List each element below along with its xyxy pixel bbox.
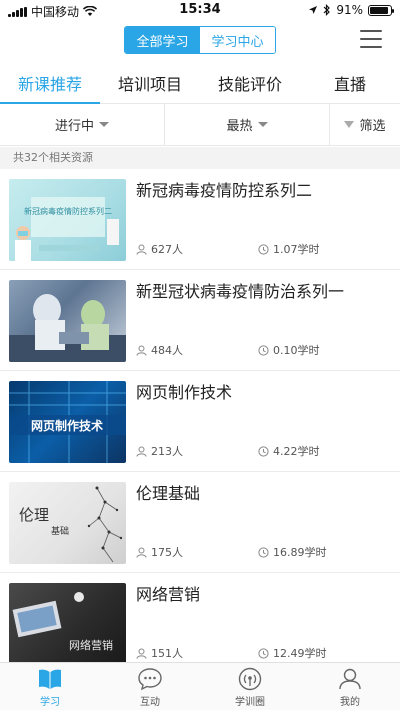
course-thumbnail [9, 280, 126, 362]
battery-percent: 91% [336, 3, 363, 17]
filter-button[interactable]: 筛选 [330, 104, 400, 145]
segment-all-learning[interactable]: 全部学习 [125, 27, 200, 53]
nav-interaction-label: 互动 [140, 697, 160, 708]
course-thumbnail: 新冠病毒疫情防控系列二 [9, 179, 126, 261]
clock-icon [258, 647, 269, 659]
chat-bubble-icon [138, 668, 162, 691]
nav-interaction[interactable]: 互动 [100, 663, 200, 710]
course-item[interactable]: 伦理 基础 伦理基础 175人 16.89学时 [0, 472, 400, 573]
learner-count-value: 484人 [151, 344, 183, 357]
ethics-illustration: 伦理 基础 [19, 486, 123, 563]
course-title: 新型冠状病毒疫情防治系列一 [136, 282, 345, 301]
sort-dropdown[interactable]: 最热 [165, 104, 330, 145]
bluetooth-icon [323, 4, 331, 16]
location-arrow-icon [309, 6, 318, 14]
chevron-down-icon [257, 122, 268, 127]
learner-count-value: 627人 [151, 243, 183, 256]
course-hours-value: 16.89学时 [273, 546, 327, 559]
course-hours: 1.07学时 [258, 241, 320, 257]
result-count: 共32个相关资源 [0, 147, 400, 169]
course-hours-value: 1.07学时 [273, 243, 320, 256]
course-thumbnail: 伦理 基础 [9, 482, 126, 564]
clock-icon [258, 445, 269, 457]
course-hours-value: 12.49学时 [273, 647, 327, 660]
learner-count-value: 175人 [151, 546, 183, 559]
user-icon [339, 668, 361, 690]
thumb-text: 网页制作技术 [31, 418, 103, 433]
thumb-text: 网络营销 [69, 638, 113, 652]
nav-mine[interactable]: 我的 [300, 663, 400, 710]
course-item[interactable]: 网页制作技术 网页制作技术 213人 4.22学时 [0, 371, 400, 472]
status-filter-label: 进行中 [54, 119, 94, 134]
learner-count: 627人 [136, 241, 183, 257]
nav-study[interactable]: 学习 [0, 663, 100, 710]
nav-study-label: 学习 [40, 697, 60, 708]
course-item[interactable]: 新型冠状病毒疫情防治系列一 484人 0.10学时 [0, 270, 400, 371]
medical-staff-photo [9, 294, 126, 362]
person-icon [136, 446, 147, 457]
course-thumbnail: 网络营销 [9, 583, 126, 665]
status-bar: 中国移动 15:34 91% [0, 0, 400, 20]
covid-prevention-illustration: 新冠病毒疫情防控系列二 [15, 197, 119, 261]
book-icon [39, 669, 61, 689]
tab-training-projects[interactable]: 培训项目 [100, 62, 200, 103]
course-hours: 16.89学时 [258, 544, 327, 560]
broadcast-icon [238, 667, 262, 691]
learner-count-value: 151人 [151, 647, 183, 660]
category-tabs: 新课推荐 培训项目 技能评价 直播 [0, 62, 400, 104]
battery-level [370, 6, 389, 14]
clock-icon [258, 344, 269, 356]
nav-learning-circle-label: 学训圈 [235, 697, 265, 708]
sort-label: 最热 [226, 119, 253, 134]
thumb-text: 伦理 [19, 506, 49, 524]
learning-scope-switch: 全部学习 学习中心 [124, 26, 276, 54]
tab-live[interactable]: 直播 [300, 62, 400, 103]
learner-count-value: 213人 [151, 445, 183, 458]
course-hours: 4.22学时 [258, 443, 320, 459]
person-icon [136, 547, 147, 558]
person-icon [136, 648, 147, 659]
nav-mine-label: 我的 [340, 697, 360, 708]
hamburger-menu-icon[interactable] [360, 30, 382, 48]
course-hours-value: 0.10学时 [273, 344, 320, 357]
tab-new-courses[interactable]: 新课推荐 [0, 62, 100, 104]
learner-count: 175人 [136, 544, 183, 560]
course-title: 网页制作技术 [136, 383, 233, 402]
clock-icon [258, 546, 269, 558]
course-item[interactable]: 网络营销 网络营销 151人 12.49学时 [0, 573, 400, 674]
nav-learning-circle[interactable]: 学训圈 [200, 663, 300, 710]
course-title: 网络营销 [136, 585, 201, 604]
person-icon [136, 244, 147, 255]
learner-count: 151人 [136, 645, 183, 661]
bottom-nav: 学习 互动 学训圈 我的 [0, 662, 400, 710]
course-hours: 0.10学时 [258, 342, 320, 358]
thumb-text: 新冠病毒疫情防控系列二 [24, 206, 112, 216]
person-icon [136, 345, 147, 356]
web-design-illustration: 网页制作技术 [9, 381, 126, 463]
course-list: 新冠病毒疫情防控系列二 新冠病毒疫情防控系列二 627人 1.07学时 新型冠状… [0, 169, 400, 674]
course-item[interactable]: 新冠病毒疫情防控系列二 新冠病毒疫情防控系列二 627人 1.07学时 [0, 169, 400, 270]
course-hours: 12.49学时 [258, 645, 327, 661]
course-hours-value: 4.22学时 [273, 445, 320, 458]
learner-count: 484人 [136, 342, 183, 358]
clock-icon [258, 243, 269, 255]
funnel-icon [344, 121, 355, 128]
course-title: 新冠病毒疫情防控系列二 [136, 181, 313, 200]
learner-count: 213人 [136, 443, 183, 459]
status-filter-dropdown[interactable]: 进行中 [0, 104, 165, 145]
tab-skill-evaluation[interactable]: 技能评价 [200, 62, 300, 103]
segment-learning-center[interactable]: 学习中心 [200, 27, 275, 53]
chevron-down-icon [99, 122, 109, 127]
course-thumbnail: 网页制作技术 [9, 381, 126, 463]
status-right: 91% [308, 3, 394, 17]
course-title: 伦理基础 [136, 484, 201, 503]
marketing-illustration: 网络营销 [12, 592, 113, 652]
app-header: 全部学习 学习中心 [0, 20, 400, 62]
filter-label: 筛选 [359, 119, 386, 134]
thumb-subtext: 基础 [51, 525, 69, 537]
filter-bar: 进行中 最热 筛选 [0, 104, 400, 146]
battery-icon [368, 4, 394, 16]
